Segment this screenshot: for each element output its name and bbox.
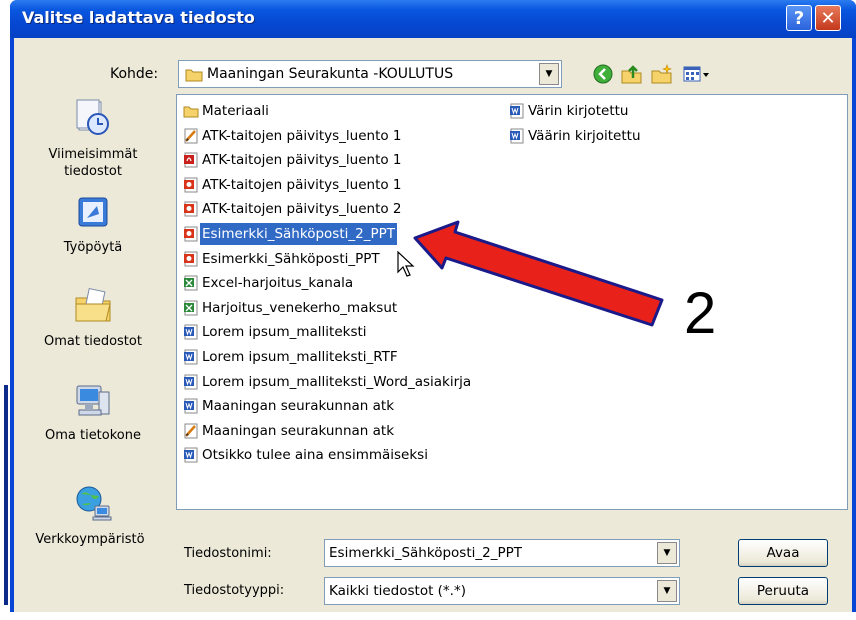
annotation-arrow — [413, 220, 664, 327]
mouse-cursor-icon — [397, 250, 415, 277]
annotation-number: 2 — [684, 281, 717, 346]
